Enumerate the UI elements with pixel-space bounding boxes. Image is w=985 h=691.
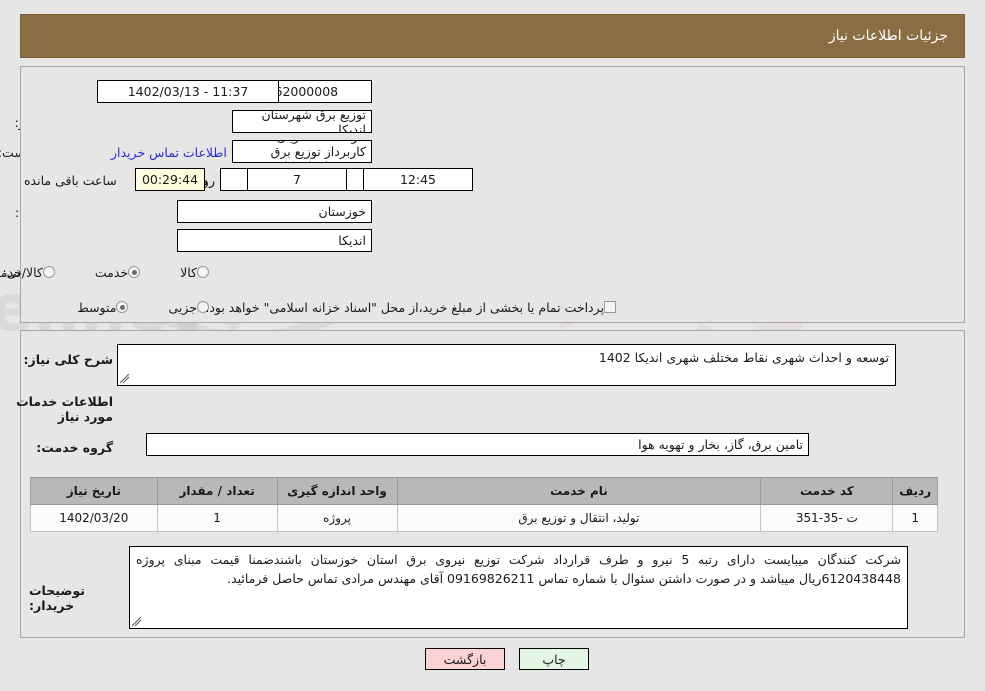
cell-quantity: 1 (156, 504, 278, 532)
treasury-note-text: پرداخت تمام یا بخشی از مبلغ خرید،از محل … (205, 299, 604, 315)
cell-code: ت -35-351 (760, 504, 894, 532)
countdown-timer-value: 00:29:44 (135, 168, 205, 191)
need-info-panel (20, 66, 965, 323)
general-desc-label: شرح کلی نیاز: (23, 352, 113, 367)
category-radio-group: کالا خدمت کالا/خدمت (0, 260, 215, 284)
buyer-org-value: توزیع برق شهرستان اندیکا (232, 110, 372, 133)
page-title: جزئیات اطلاعات نیاز (828, 28, 948, 44)
remaining-days-value: 7 (247, 168, 347, 191)
print-button[interactable]: چاپ (519, 648, 589, 670)
service-group-value: تامین برق، گاز، بخار و تهویه هوا (146, 433, 809, 456)
window-title-bar: جزئیات اطلاعات نیاز (20, 14, 965, 58)
category-option-kala-khedmat[interactable]: کالا/خدمت (0, 265, 61, 280)
process-radio-group: جزیی متوسط (43, 295, 215, 319)
radio-icon[interactable] (197, 266, 209, 278)
cell-date: 1402/03/20 (30, 504, 158, 532)
services-table: ردیف کد خدمت نام خدمت واحد اندازه گیری ت… (30, 477, 938, 532)
resize-grip-icon[interactable] (120, 374, 130, 384)
treasury-checkbox-wrap[interactable]: پرداخت تمام یا بخشی از مبلغ خرید،از محل … (205, 295, 622, 319)
buyer-notes-textarea[interactable]: شرکت کنندگان میبایست دارای رتبه 5 نیرو و… (129, 546, 908, 629)
resize-grip-icon[interactable] (132, 617, 142, 627)
cell-unit: پروژه (276, 504, 398, 532)
category-option-label: کالا/خدمت (0, 264, 43, 280)
service-group-label: گروه خدمت: (36, 440, 113, 455)
radio-icon[interactable] (42, 266, 55, 278)
radio-icon[interactable] (116, 301, 129, 313)
col-code: کد خدمت (760, 477, 894, 505)
back-button[interactable]: بازگشت (425, 648, 505, 670)
process-option-motavasset[interactable]: متوسط (77, 300, 134, 315)
creator-value: عزت اله ناصریان کاربرداز توزیع برق شهرست… (232, 140, 372, 163)
province-value: خوزستان (177, 200, 372, 223)
buyer-contact-link[interactable]: اطلاعات تماس خریدار (105, 145, 233, 160)
contact-link-wrap: اطلاعات تماس خریدار (105, 140, 227, 164)
general-desc-value: توسعه و احداث شهری نقاط مختلف شهری اندیک… (598, 350, 889, 365)
general-desc-textarea[interactable]: توسعه و احداث شهری نقاط مختلف شهری اندیک… (117, 344, 896, 386)
buyer-notes-value: شرکت کنندگان میبایست دارای رتبه 5 نیرو و… (136, 552, 902, 586)
deadline-time-value: 12:45 (363, 168, 473, 191)
process-option-label: جزیی (168, 299, 197, 315)
category-option-khedmat[interactable]: خدمت (95, 265, 146, 280)
col-quantity: تعداد / مقدار (156, 477, 278, 505)
announce-datetime-value: 11:37 - 1402/03/13 (97, 80, 279, 103)
cell-radif: 1 (892, 504, 938, 532)
category-option-label: کالا (180, 264, 197, 280)
radio-icon[interactable] (128, 266, 141, 278)
category-option-kala[interactable]: کالا (180, 265, 215, 280)
table-row: 1 ت -35-351 تولید، انتقال و توزیع برق پر… (30, 504, 938, 532)
process-option-label: متوسط (77, 299, 117, 315)
city-value: اندیکا (177, 229, 372, 252)
category-option-label: خدمت (94, 264, 129, 280)
countdown-label-wrap: ساعت باقی مانده (18, 168, 123, 192)
col-unit: واحد اندازه گیری (276, 477, 398, 505)
services-section-title: اطلاعات خدمات مورد نیاز (16, 394, 113, 424)
col-date: تاریخ نیاز (30, 477, 158, 505)
countdown-label: ساعت باقی مانده (24, 172, 117, 188)
cell-name: تولید، انتقال و توزیع برق (396, 504, 762, 532)
table-header-row: ردیف کد خدمت نام خدمت واحد اندازه گیری ت… (30, 477, 938, 505)
col-name: نام خدمت (396, 477, 762, 505)
page-root: AriaTender.net جزئیات اطلاعات نیاز شماره… (0, 0, 985, 691)
buyer-notes-label: توضیحات خریدار: (29, 583, 85, 613)
checkbox-icon[interactable] (604, 301, 616, 313)
col-radif: ردیف (892, 477, 938, 505)
